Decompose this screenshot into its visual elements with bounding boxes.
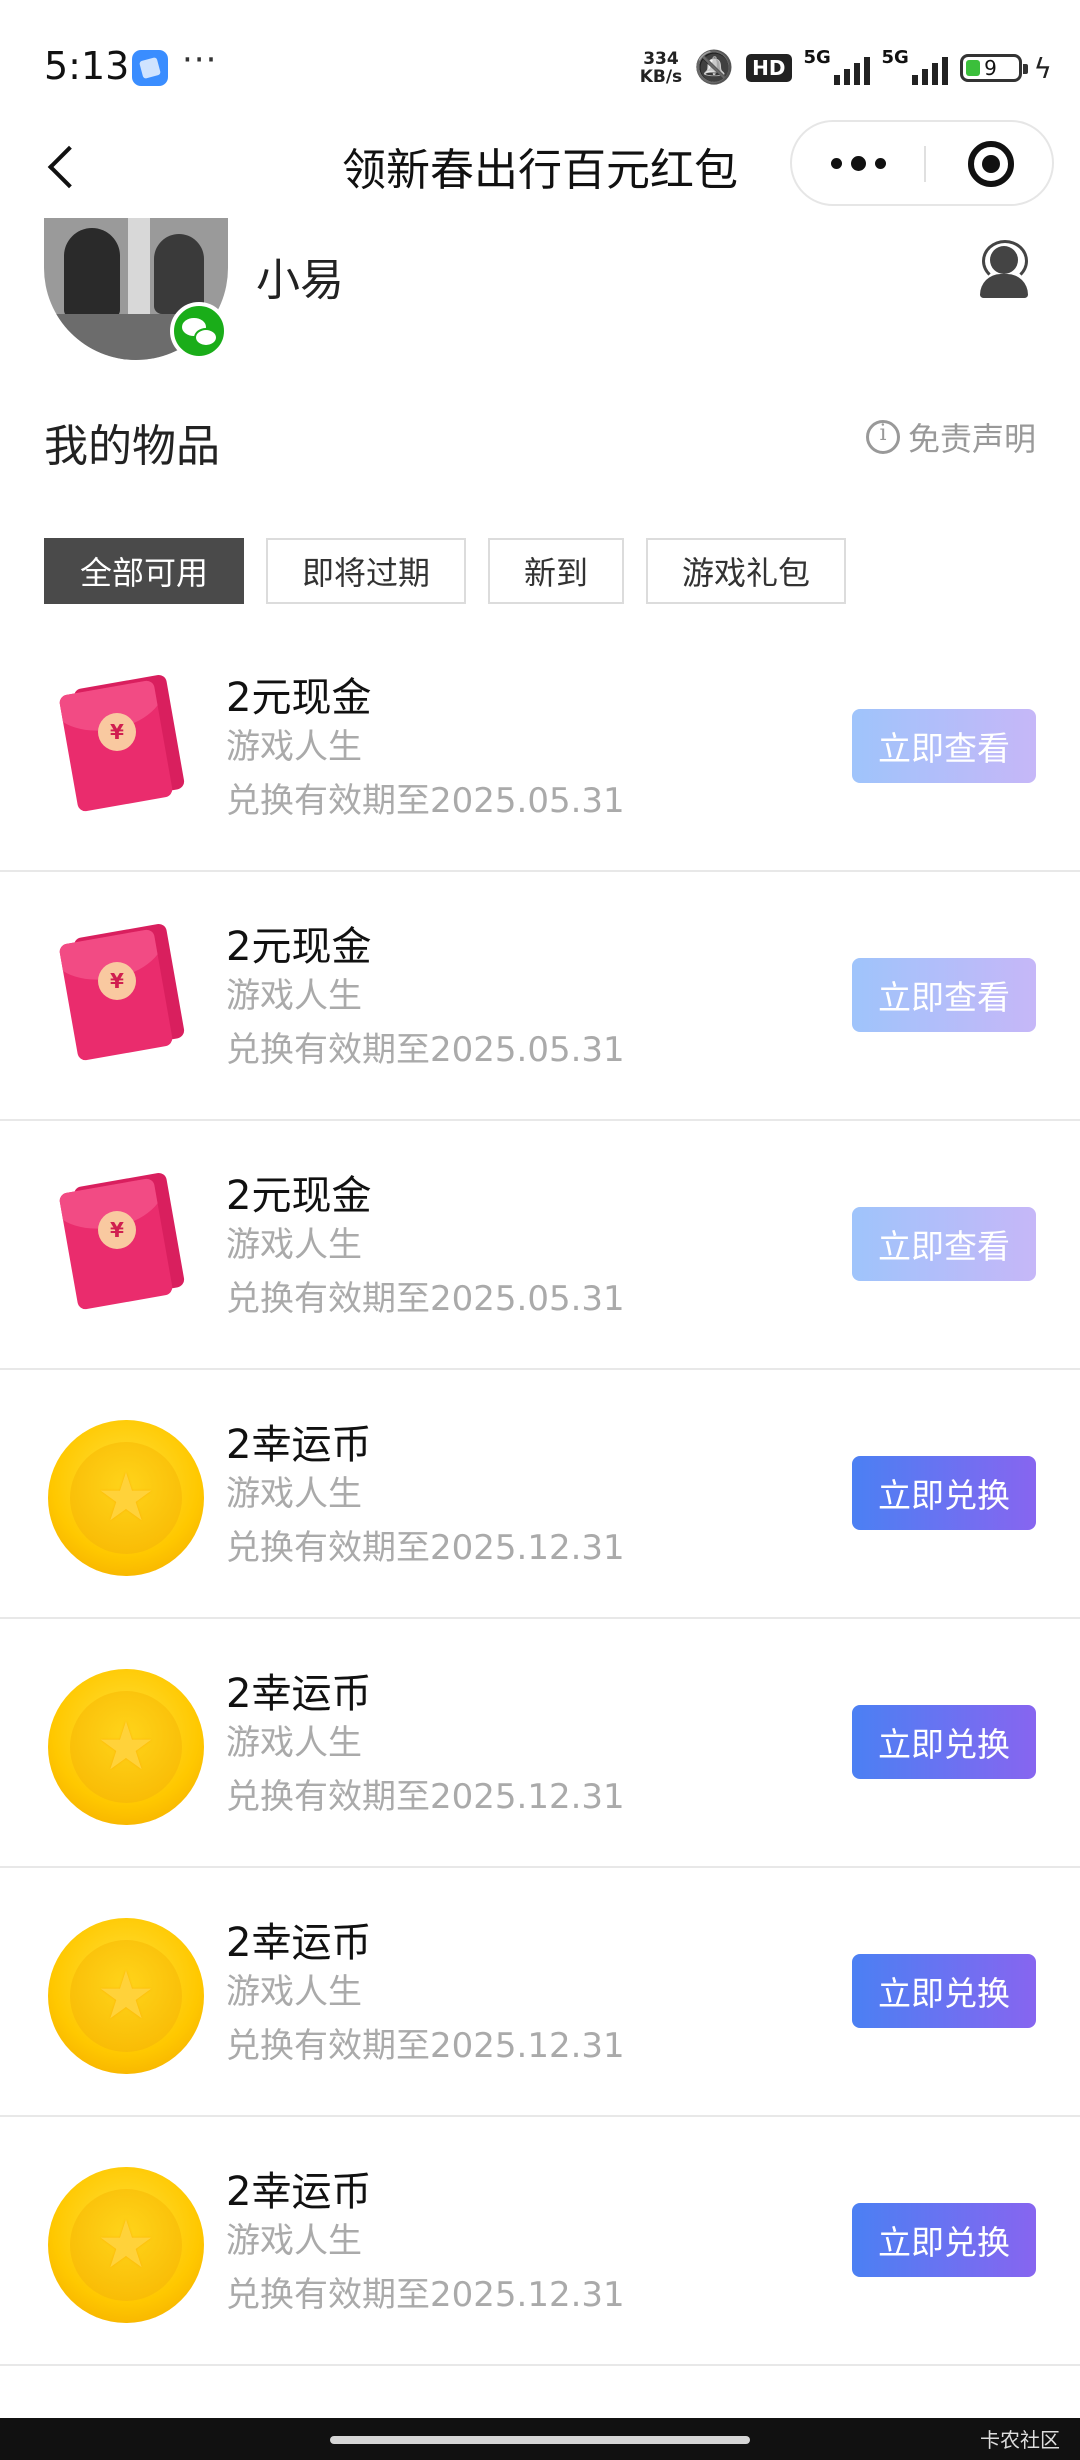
customer-service-icon[interactable] <box>976 240 1032 298</box>
red-packet-icon: ¥ <box>48 673 208 833</box>
item-expiry: 兑换有效期至2025.12.31 <box>226 1528 625 1568</box>
battery-level: 9 <box>984 56 997 80</box>
item-source: 游戏人生 <box>226 1723 362 1763</box>
back-button[interactable] <box>36 130 96 200</box>
status-icons: 334 KB/s HD 5G 5G 9 ϟ <box>640 46 1052 90</box>
username: 小易 <box>256 255 344 306</box>
red-packet-icon: ¥ <box>48 922 208 1082</box>
hd-icon: HD <box>746 54 792 82</box>
filter-tabs: 全部可用 即将过期 新到 游戏礼包 <box>44 538 847 604</box>
item-source: 游戏人生 <box>226 1225 362 1265</box>
item-name: 2幸运币 <box>226 1671 372 1717</box>
wechat-icon <box>170 302 228 360</box>
home-gesture-bar[interactable] <box>330 2436 750 2444</box>
tab-new[interactable]: 新到 <box>488 538 625 604</box>
item-name: 2幸运币 <box>226 2169 372 2215</box>
item-source: 游戏人生 <box>226 2221 362 2261</box>
app-notification-icon <box>132 50 168 86</box>
item-name: 2元现金 <box>226 675 372 721</box>
status-bar: 5:13 ··· 334 KB/s HD 5G 5G 9 ϟ <box>0 0 1080 130</box>
gold-coin-icon: ★ <box>48 1669 208 1829</box>
item-name: 2元现金 <box>226 1173 372 1219</box>
redeem-now-button[interactable]: 立即兑换 <box>852 2203 1036 2277</box>
view-now-button[interactable]: 立即查看 <box>852 1207 1036 1281</box>
signal-icon: 5G <box>804 47 870 85</box>
list-item: ★ 2幸运币 游戏人生 兑换有效期至2025.12.31 立即兑换 <box>0 1370 1080 1619</box>
charging-icon: ϟ <box>1033 51 1052 85</box>
item-expiry: 兑换有效期至2025.12.31 <box>226 2026 625 2066</box>
section-title: 我的物品 <box>44 421 220 472</box>
disclaimer-label: 免责声明 <box>907 420 1036 458</box>
status-time: 5:13 <box>44 44 130 88</box>
item-source: 游戏人生 <box>226 976 362 1016</box>
close-mini-program-button[interactable] <box>926 122 1054 204</box>
item-expiry: 兑换有效期至2025.12.31 <box>226 2275 625 2315</box>
network-speed: 334 KB/s <box>639 49 683 87</box>
gold-coin-icon: ★ <box>48 2167 208 2327</box>
more-notifications-icon: ··· <box>182 40 218 80</box>
item-expiry: 兑换有效期至2025.05.31 <box>226 1030 625 1070</box>
gesture-navigation-area: 卡农社区 <box>0 2418 1080 2460</box>
redeem-now-button[interactable]: 立即兑换 <box>852 1705 1036 1779</box>
red-packet-icon: ¥ <box>48 1171 208 1331</box>
gold-coin-icon: ★ <box>48 1420 208 1580</box>
view-now-button[interactable]: 立即查看 <box>852 958 1036 1032</box>
tab-expiring-soon[interactable]: 即将过期 <box>266 538 467 604</box>
navigation-bar: 领新春出行百元红包 <box>0 120 1080 210</box>
list-item: ★ 2幸运币 游戏人生 兑换有效期至2025.12.31 立即兑换 <box>0 1868 1080 2117</box>
more-options-button[interactable] <box>792 122 924 204</box>
redeem-now-button[interactable]: 立即兑换 <box>852 1456 1036 1530</box>
list-item: ★ 2幸运币 游戏人生 兑换有效期至2025.12.31 立即兑换 <box>0 2117 1080 2366</box>
gold-coin-icon: ★ <box>48 1918 208 2078</box>
battery-icon: 9 <box>959 54 1028 82</box>
item-name: 2幸运币 <box>226 1920 372 1966</box>
list-item: ★ 2幸运币 游戏人生 兑换有效期至2025.12.31 立即兑换 <box>0 1619 1080 1868</box>
tab-all-available[interactable]: 全部可用 <box>44 538 245 604</box>
item-list: ¥ 2元现金 游戏人生 兑换有效期至2025.05.31 立即查看 ¥ 2元现金… <box>0 623 1080 2366</box>
item-name: 2幸运币 <box>226 1422 372 1468</box>
item-expiry: 兑换有效期至2025.05.31 <box>226 781 625 821</box>
item-expiry: 兑换有效期至2025.05.31 <box>226 1279 625 1319</box>
mute-icon <box>694 48 734 88</box>
view-now-button[interactable]: 立即查看 <box>852 709 1036 783</box>
item-source: 游戏人生 <box>226 1972 362 2012</box>
signal-icon-2: 5G <box>882 47 948 85</box>
info-icon <box>865 420 900 454</box>
list-item: ¥ 2元现金 游戏人生 兑换有效期至2025.05.31 立即查看 <box>0 872 1080 1121</box>
list-item: ¥ 2元现金 游戏人生 兑换有效期至2025.05.31 立即查看 <box>0 623 1080 872</box>
mini-program-capsule <box>790 120 1054 206</box>
watermark: 卡农社区 <box>980 2428 1060 2452</box>
item-source: 游戏人生 <box>226 1474 362 1514</box>
item-expiry: 兑换有效期至2025.12.31 <box>226 1777 625 1817</box>
redeem-now-button[interactable]: 立即兑换 <box>852 1954 1036 2028</box>
tab-game-gift[interactable]: 游戏礼包 <box>646 538 847 604</box>
list-item: ¥ 2元现金 游戏人生 兑换有效期至2025.05.31 立即查看 <box>0 1121 1080 1370</box>
item-source: 游戏人生 <box>226 727 362 767</box>
disclaimer-link[interactable]: 免责声明 <box>865 414 1036 460</box>
item-name: 2元现金 <box>226 924 372 970</box>
